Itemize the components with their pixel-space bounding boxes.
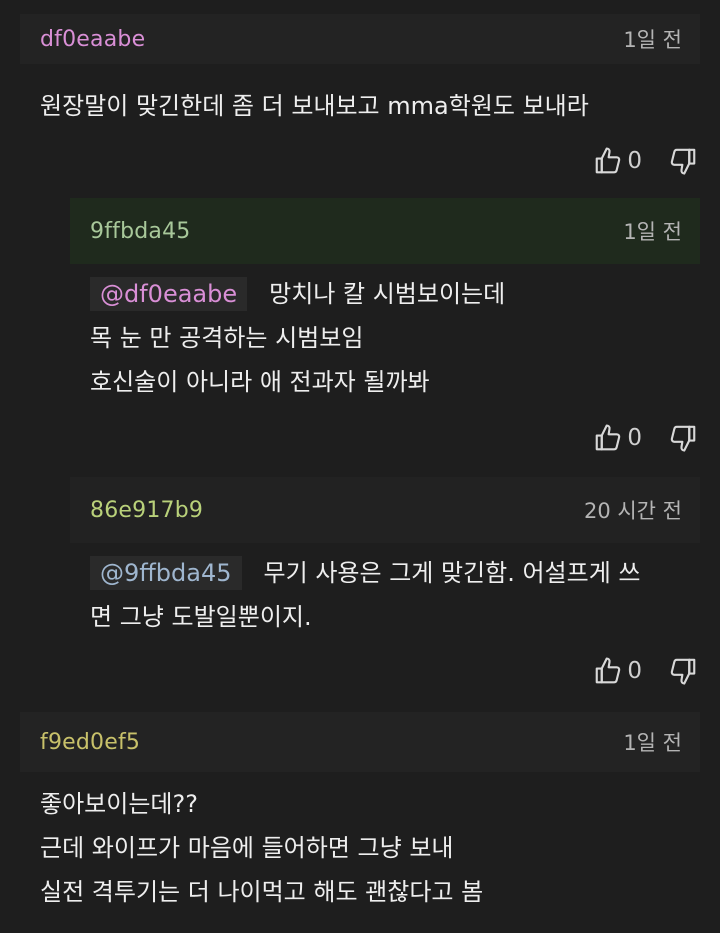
comment-author[interactable]: f9ed0ef5 xyxy=(40,730,140,755)
thumbs-down-icon xyxy=(668,146,698,176)
mention-tag[interactable]: @9ffbda45 xyxy=(90,556,242,590)
dislike-button[interactable] xyxy=(668,146,698,176)
comment-body: 좋아보이는데?? 근데 와이프가 마음에 들어하면 그냥 보내 실전 격투기는 … xyxy=(20,782,700,914)
comment-header: f9ed0ef5 1일 전 xyxy=(20,712,700,772)
comment-text: 무기 사용은 그게 맞긴함. 어설프게 쓰 xyxy=(263,559,641,587)
like-count: 0 xyxy=(627,425,642,451)
comment-line: @df0eaabe 망치나 칼 시범보이는데 xyxy=(90,272,700,316)
mention-tag[interactable]: @df0eaabe xyxy=(90,277,248,311)
thumbs-down-icon xyxy=(668,423,698,453)
comment-line: 면 그냥 도발일뿐이지. xyxy=(90,603,312,631)
comment-time: 20 시간 전 xyxy=(583,499,682,523)
comment: df0eaabe 1일 전 원장말이 맞긴한데 좀 더 보내보고 mma학원도 … xyxy=(20,14,700,128)
like-count: 0 xyxy=(627,148,642,174)
dislike-button[interactable] xyxy=(668,423,698,453)
thumbs-up-icon xyxy=(593,423,623,453)
comment-line: 실전 격투기는 더 나이먹고 해도 괜찮다고 봄 xyxy=(40,878,484,906)
comment-line: 목 눈 만 공격하는 시범보임 xyxy=(90,324,364,352)
comment-time: 1일 전 xyxy=(623,731,682,755)
like-count: 0 xyxy=(627,658,642,684)
comment-text: 망치나 칼 시범보이는데 xyxy=(269,280,506,308)
comment-header: 9ffbda45 1일 전 xyxy=(70,198,700,264)
comment-line: @9ffbda45 무기 사용은 그게 맞긴함. 어설프게 쓰 xyxy=(90,551,700,595)
comment-actions: 0 xyxy=(593,418,698,458)
like-button[interactable]: 0 xyxy=(593,656,668,686)
comment-header: df0eaabe 1일 전 xyxy=(20,14,700,64)
comment-line: 좋아보이는데?? xyxy=(40,790,198,818)
comment-line: 근데 와이프가 마음에 들어하면 그냥 보내 xyxy=(40,834,454,862)
like-button[interactable]: 0 xyxy=(593,146,668,176)
comment-time: 1일 전 xyxy=(623,220,682,244)
dislike-button[interactable] xyxy=(668,656,698,686)
comment-time: 1일 전 xyxy=(623,28,682,52)
comment-body: 원장말이 맞긴한데 좀 더 보내보고 mma학원도 보내라 xyxy=(20,84,700,128)
thumbs-up-icon xyxy=(593,656,623,686)
comment-line: 원장말이 맞긴한데 좀 더 보내보고 mma학원도 보내라 xyxy=(40,92,589,120)
comment-author[interactable]: df0eaabe xyxy=(40,27,145,52)
comment-actions: 0 xyxy=(593,651,698,691)
comment-actions: 0 xyxy=(593,141,698,181)
comment: f9ed0ef5 1일 전 좋아보이는데?? 근데 와이프가 마음에 들어하면 … xyxy=(20,712,700,914)
thumbs-down-icon xyxy=(668,656,698,686)
reply-comment: 86e917b9 20 시간 전 @9ffbda45 무기 사용은 그게 맞긴함.… xyxy=(70,477,700,639)
comment-header: 86e917b9 20 시간 전 xyxy=(70,477,700,543)
comment-author[interactable]: 9ffbda45 xyxy=(90,219,191,244)
comment-author[interactable]: 86e917b9 xyxy=(90,498,203,523)
comment-body: @df0eaabe 망치나 칼 시범보이는데 목 눈 만 공격하는 시범보임 호신… xyxy=(70,272,700,404)
like-button[interactable]: 0 xyxy=(593,423,668,453)
reply-comment: 9ffbda45 1일 전 @df0eaabe 망치나 칼 시범보이는데 목 눈 … xyxy=(70,198,700,404)
comment-line: 호신술이 아니라 애 전과자 될까봐 xyxy=(90,368,430,396)
comment-body: @9ffbda45 무기 사용은 그게 맞긴함. 어설프게 쓰 면 그냥 도발일뿐… xyxy=(70,551,700,639)
thumbs-up-icon xyxy=(593,146,623,176)
